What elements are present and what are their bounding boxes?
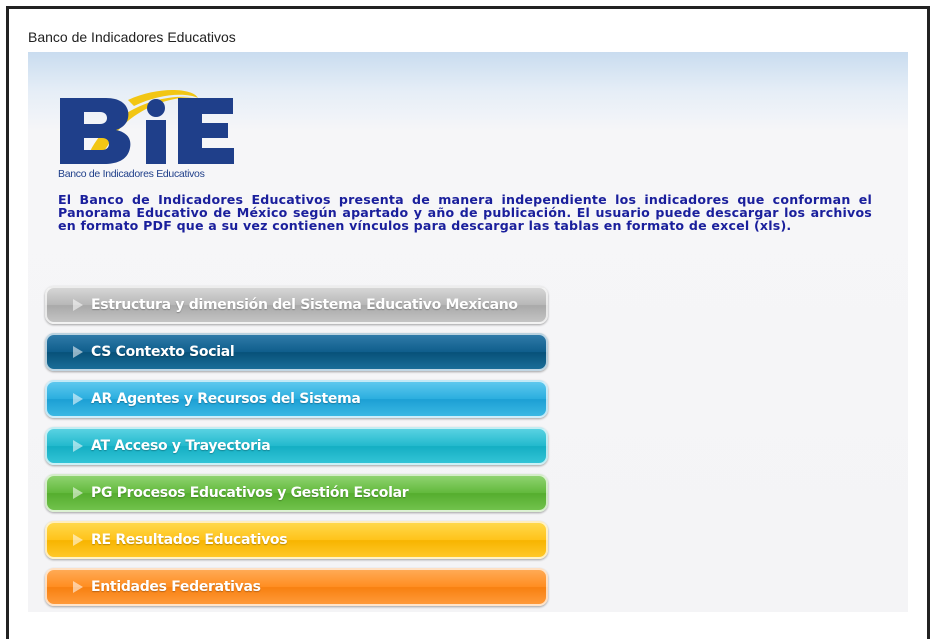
play-triangle-icon [73, 346, 83, 358]
play-triangle-icon [73, 393, 83, 405]
menu-item-label: AR Agentes y Recursos del Sistema [91, 391, 361, 407]
menu-item-procesos-educativos[interactable]: PG Procesos Educativos y Gestión Escolar [45, 474, 548, 512]
menu-item-acceso-trayectoria[interactable]: AT Acceso y Trayectoria [45, 427, 548, 465]
menu-item-label: Entidades Federativas [91, 579, 261, 595]
play-triangle-icon [73, 581, 83, 593]
menu-item-resultados-educativos[interactable]: RE Resultados Educativos [45, 521, 548, 559]
menu-item-contexto-social[interactable]: CS Contexto Social [45, 333, 548, 371]
window-frame: Banco de Indicadores Educativos Banco de… [6, 6, 930, 639]
menu-item-label: Estructura y dimensión del Sistema Educa… [91, 297, 518, 313]
play-triangle-icon [73, 440, 83, 452]
play-triangle-icon [73, 487, 83, 499]
bie-logo-graphic [60, 90, 234, 164]
intro-text: El Banco de Indicadores Educativos prese… [58, 192, 872, 233]
menu-item-label: PG Procesos Educativos y Gestión Escolar [91, 485, 409, 501]
logo-caption: Banco de Indicadores Educativos [58, 168, 205, 180]
menu-item-label: CS Contexto Social [91, 344, 235, 360]
menu-item-entidades-federativas[interactable]: Entidades Federativas [45, 568, 548, 606]
menu-item-estructura[interactable]: Estructura y dimensión del Sistema Educa… [45, 286, 548, 324]
menu-item-label: AT Acceso y Trayectoria [91, 438, 271, 454]
play-triangle-icon [73, 299, 83, 311]
menu-item-label: RE Resultados Educativos [91, 532, 288, 548]
page-title: Banco de Indicadores Educativos [28, 29, 236, 45]
menu-item-agentes-recursos[interactable]: AR Agentes y Recursos del Sistema [45, 380, 548, 418]
content-panel: Banco de Indicadores Educativos El Banco… [28, 52, 908, 612]
play-triangle-icon [73, 534, 83, 546]
bie-logo: Banco de Indicadores Educativos [58, 80, 248, 185]
